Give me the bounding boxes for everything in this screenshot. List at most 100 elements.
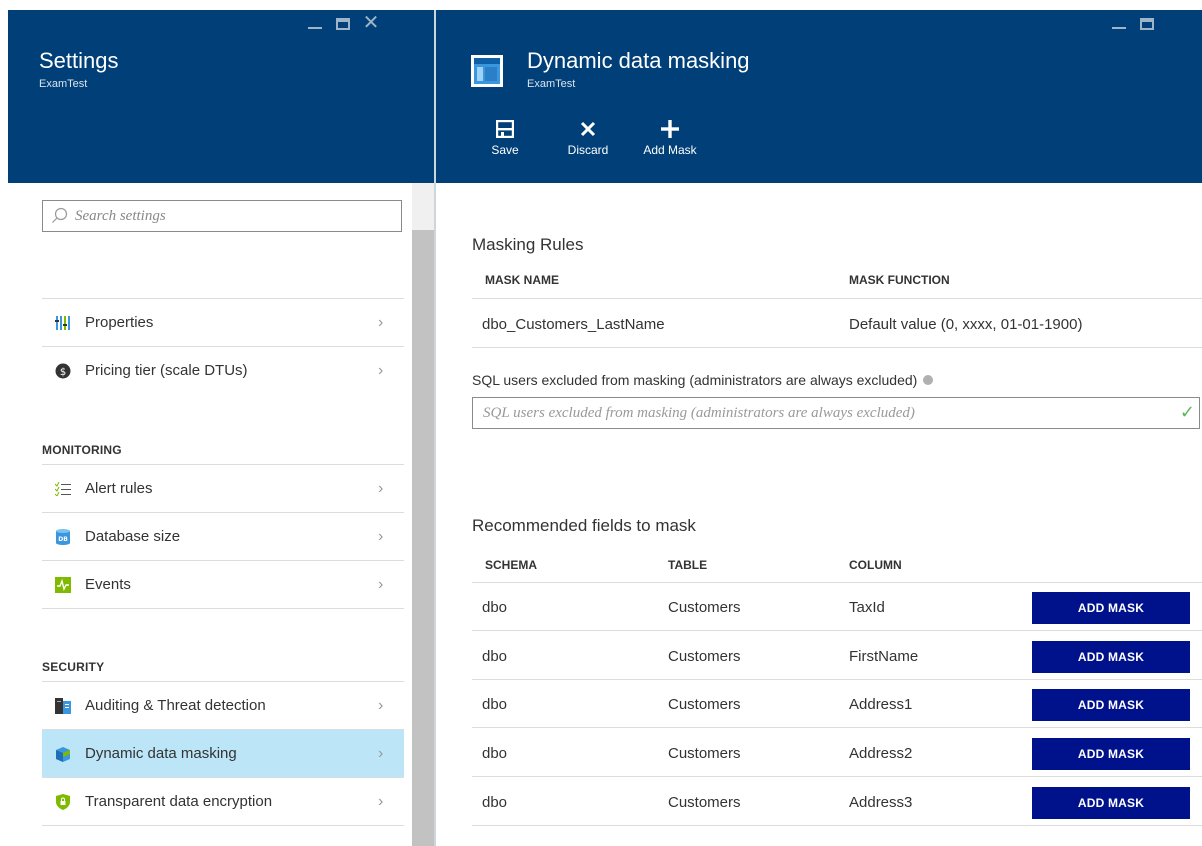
recommended-fields-title: Recommended fields to mask xyxy=(472,516,696,535)
minimize-icon[interactable] xyxy=(304,12,326,34)
valid-check-icon: ✓ xyxy=(1179,402,1195,422)
database-size-icon: DB xyxy=(55,528,71,545)
nav-item-properties[interactable]: Properties › xyxy=(42,298,404,346)
data-masking-title: Dynamic data masking xyxy=(527,48,750,73)
nav-item-alert-rules[interactable]: Alert rules › xyxy=(42,464,404,512)
chevron-right-icon: › xyxy=(378,479,384,497)
add-mask-button[interactable]: ADD MASK xyxy=(1032,738,1190,770)
alert-rules-icon xyxy=(55,481,71,497)
schema-cell: dbo xyxy=(482,794,508,811)
table-cell: Customers xyxy=(668,648,741,665)
data-masking-blade-header: Dynamic data masking ExamTest Save Disca… xyxy=(436,10,1202,183)
close-icon[interactable]: ✕ xyxy=(360,12,382,34)
chevron-right-icon: › xyxy=(378,313,384,331)
nav-item-label: Events xyxy=(85,576,131,593)
encryption-shield-icon xyxy=(55,793,71,810)
chevron-right-icon: › xyxy=(378,575,384,593)
table-cell: Customers xyxy=(668,745,741,762)
discard-button[interactable]: Discard xyxy=(561,115,615,157)
nav-item-auditing[interactable]: Auditing & Threat detection › xyxy=(42,681,404,729)
schema-cell: dbo xyxy=(482,745,508,762)
properties-icon xyxy=(55,315,71,331)
nav-item-database-size[interactable]: DB Database size › xyxy=(42,512,404,560)
add-mask-button[interactable]: ADD MASK xyxy=(1032,592,1190,624)
column-cell: Address1 xyxy=(849,696,913,713)
window-controls: ✕ xyxy=(304,12,382,34)
maximize-icon[interactable] xyxy=(332,12,354,34)
nav-item-label: Auditing & Threat detection xyxy=(85,697,266,714)
data-masking-icon xyxy=(55,746,71,762)
nav-item-transparent-data-encryption[interactable]: Transparent data encryption › xyxy=(42,777,404,825)
column-cell: TaxId xyxy=(849,599,885,616)
pricing-tier-icon: $ xyxy=(55,363,71,379)
monitoring-section-heading: MONITORING xyxy=(42,443,122,457)
schema-cell: dbo xyxy=(482,599,508,616)
nav-item-pricing-tier[interactable]: $ Pricing tier (scale DTUs) › xyxy=(42,346,404,394)
excluded-users-field[interactable]: ✓ xyxy=(472,397,1200,429)
discard-label: Discard xyxy=(567,143,609,157)
nav-item-label: Database size xyxy=(85,528,181,545)
settings-blade-header: ✕ Settings ExamTest xyxy=(8,10,434,183)
add-mask-button[interactable]: ADD MASK xyxy=(1032,689,1190,721)
mask-name-header: MASK NAME xyxy=(485,273,559,287)
mask-name-cell: dbo_Customers_LastName xyxy=(482,316,665,333)
search-settings-input[interactable] xyxy=(75,207,375,225)
info-icon[interactable] xyxy=(923,375,934,385)
column-cell: FirstName xyxy=(849,648,919,665)
chevron-right-icon: › xyxy=(378,792,384,810)
column-header: COLUMN xyxy=(849,558,902,572)
settings-title: Settings xyxy=(39,48,119,73)
data-masking-blade: Dynamic data masking ExamTest Save Disca… xyxy=(436,10,1202,846)
excluded-users-label: SQL users excluded from masking (adminis… xyxy=(472,372,934,388)
schema-cell: dbo xyxy=(482,648,508,665)
table-cell: Customers xyxy=(668,599,741,616)
schema-header: SCHEMA xyxy=(485,558,538,572)
search-icon xyxy=(51,207,69,225)
data-masking-blade-icon xyxy=(471,55,503,87)
column-cell: Address3 xyxy=(849,794,913,811)
nav-item-label: Dynamic data masking xyxy=(85,745,237,762)
chevron-right-icon: › xyxy=(378,361,384,379)
data-masking-subtitle: ExamTest xyxy=(527,78,576,90)
table-divider xyxy=(472,582,1202,583)
table-divider xyxy=(472,630,1202,631)
section-divider xyxy=(42,825,404,826)
table-divider xyxy=(472,825,1202,826)
table-divider xyxy=(472,679,1202,680)
nav-item-label: Alert rules xyxy=(85,480,153,497)
table-divider xyxy=(472,347,1202,348)
add-mask-button[interactable]: ADD MASK xyxy=(1032,641,1190,673)
events-icon xyxy=(55,576,71,593)
save-button[interactable]: Save xyxy=(488,115,522,157)
settings-blade: ✕ Settings ExamTest Properties › $ Prici… xyxy=(8,10,434,846)
add-mask-command[interactable]: Add Mask xyxy=(638,115,702,157)
discard-x-icon xyxy=(561,115,615,143)
table-cell: Customers xyxy=(668,696,741,713)
minimize-icon[interactable] xyxy=(1108,12,1130,34)
nav-item-dynamic-data-masking[interactable]: Dynamic data masking › xyxy=(42,729,404,777)
plus-icon xyxy=(638,115,702,143)
excluded-users-input[interactable] xyxy=(483,404,1163,422)
column-cell: Address2 xyxy=(849,745,913,762)
nav-item-label: Properties xyxy=(85,314,154,331)
nav-item-events[interactable]: Events › xyxy=(42,560,404,608)
add-mask-label: Add Mask xyxy=(643,143,697,157)
settings-scrollbar-thumb[interactable] xyxy=(412,230,434,846)
chevron-right-icon: › xyxy=(378,744,384,762)
svg-text:DB: DB xyxy=(58,536,68,543)
excluded-users-label-text: SQL users excluded from masking (adminis… xyxy=(472,372,918,388)
window-controls xyxy=(1108,12,1158,34)
data-masking-blade-body: Masking Rules MASK NAME MASK FUNCTION db… xyxy=(436,183,1202,846)
search-settings-field[interactable] xyxy=(42,200,402,232)
auditing-icon xyxy=(55,697,71,714)
add-mask-button[interactable]: ADD MASK xyxy=(1032,787,1190,819)
schema-cell: dbo xyxy=(482,696,508,713)
chevron-right-icon: › xyxy=(378,696,384,714)
nav-item-label: Pricing tier (scale DTUs) xyxy=(85,362,248,379)
table-divider xyxy=(472,298,1202,299)
table-header: TABLE xyxy=(668,558,708,572)
mask-function-cell: Default value (0, xxxx, 01-01-1900) xyxy=(849,316,1083,333)
settings-blade-body: Properties › $ Pricing tier (scale DTUs)… xyxy=(8,183,434,846)
table-divider xyxy=(472,727,1202,728)
maximize-icon[interactable] xyxy=(1136,12,1158,34)
